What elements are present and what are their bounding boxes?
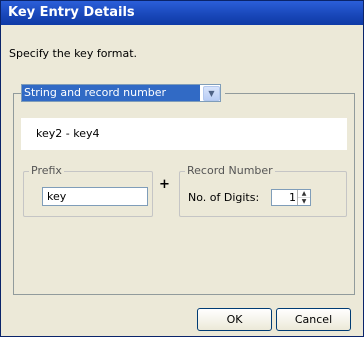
- record-number-legend: Record Number: [185, 164, 275, 177]
- instruction-text: Specify the key format.: [9, 47, 138, 60]
- digits-value: 1: [289, 191, 296, 204]
- stepper-up-icon[interactable]: ▲: [298, 190, 310, 198]
- stepper-down-icon[interactable]: ▼: [298, 198, 310, 205]
- dialog-title: Key Entry Details: [8, 5, 135, 20]
- prefix-input[interactable]: key: [42, 187, 148, 206]
- prefix-legend: Prefix: [29, 164, 64, 177]
- ok-button[interactable]: OK: [197, 308, 272, 331]
- digits-label: No. of Digits:: [188, 191, 260, 204]
- cancel-button[interactable]: Cancel: [276, 308, 351, 331]
- format-select-wrapper: String and record number ▼: [21, 84, 225, 102]
- stepper-buttons: ▲ ▼: [297, 190, 310, 205]
- key-preview: key2 - key4: [21, 118, 347, 150]
- chevron-down-icon[interactable]: ▼: [203, 86, 220, 101]
- title-bar[interactable]: Key Entry Details: [1, 1, 363, 25]
- key-format-select[interactable]: String and record number ▼: [21, 84, 221, 102]
- digits-stepper[interactable]: 1 ▲ ▼: [271, 189, 311, 206]
- key-format-selected-value: String and record number: [22, 85, 200, 101]
- plus-sign: +: [159, 177, 170, 192]
- key-preview-text: key2 - key4: [36, 127, 100, 140]
- key-entry-dialog: Key Entry Details Specify the key format…: [0, 0, 364, 337]
